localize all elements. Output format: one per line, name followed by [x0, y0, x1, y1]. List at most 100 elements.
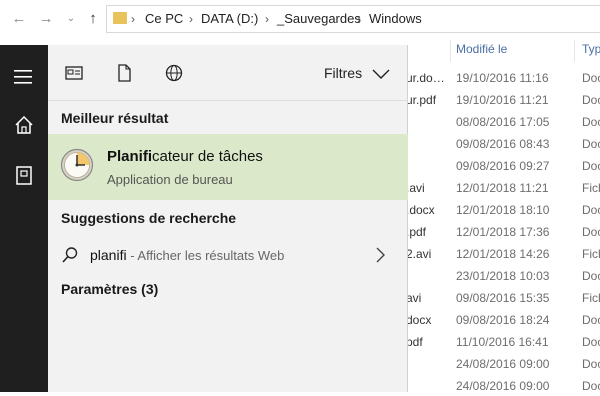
best-match-subtitle: Application de bureau	[107, 172, 233, 187]
file-type: Doc	[582, 269, 600, 283]
breadcrumb-sauvegardes[interactable]: _Sauvegardes	[277, 6, 361, 32]
breadcrumb-separator: ›	[189, 12, 193, 26]
filters-label: Filtres	[323, 65, 363, 81]
file-name: docx	[406, 313, 432, 327]
table-row[interactable]: 08/08/2016 17:05 Doc	[406, 112, 600, 132]
file-type: Doc	[582, 115, 600, 129]
back-button[interactable]: ←	[10, 9, 28, 29]
file-modified-date: 12/01/2018 18:10	[456, 203, 550, 217]
file-type: Doc	[582, 203, 600, 217]
up-button[interactable]: ↑	[84, 9, 102, 29]
file-name	[406, 266, 452, 286]
table-row[interactable]: 09/08/2016 08:43 Doc	[406, 134, 600, 154]
file-modified-date: 11/10/2016 16:41	[456, 335, 549, 349]
file-type: Fich	[582, 247, 600, 261]
search-icon	[62, 247, 78, 263]
file-list: Modifié le Typ ur.do… 19/10/2016 11:16 Doc…	[406, 38, 600, 393]
file-type: Doc	[582, 71, 600, 85]
table-row[interactable]: .docx 12/01/2018 18:10 Doc	[406, 200, 600, 220]
table-row[interactable]: .avi 12/01/2018 11:21 Fich	[406, 178, 600, 198]
chevron-down-icon: ⌄	[66, 13, 76, 24]
file-type: Doc	[582, 313, 600, 327]
file-type: Doc	[582, 159, 600, 173]
chevron-right-icon	[376, 247, 385, 263]
table-row[interactable]: .pdf 12/01/2018 17:36 Doc	[406, 222, 600, 242]
file-modified-date: 08/08/2016 17:05	[456, 115, 550, 129]
file-modified-date: 09/08/2016 15:35	[456, 291, 550, 305]
breadcrumb-separator: ›	[131, 12, 135, 26]
clock-icon	[60, 148, 94, 182]
table-row[interactable]: ur.do… 19/10/2016 11:16 Doc	[406, 68, 600, 88]
file-name	[406, 156, 452, 176]
breadcrumb-separator: ›	[357, 12, 361, 26]
column-header-type[interactable]: Typ	[582, 42, 600, 60]
file-modified-date: 19/10/2016 11:21	[456, 93, 549, 107]
filters-dropdown[interactable]: Filtres	[324, 65, 390, 81]
file-type: Fich	[582, 181, 600, 195]
best-match-title-rest: cateur de tâches	[152, 148, 263, 165]
chevron-down-icon	[372, 69, 390, 80]
table-row[interactable]: 09/08/2016 09:27 Doc	[406, 156, 600, 176]
suggestions-header: Suggestions de recherche	[61, 210, 237, 226]
task-icon	[65, 66, 83, 80]
recent-locations-button[interactable]: ⌄	[62, 9, 80, 29]
file-type: Doc	[582, 335, 600, 349]
expand-menu-button[interactable]	[0, 57, 48, 97]
file-name	[406, 354, 452, 374]
column-divider	[450, 40, 451, 62]
column-header-modified[interactable]: Modifié le	[456, 42, 507, 60]
web-filter-button[interactable]	[164, 63, 184, 83]
table-row[interactable]: docx 09/08/2016 18:24 Doc	[406, 310, 600, 330]
file-type: Doc	[582, 93, 600, 107]
search-suggestion-row[interactable]: planifi - Afficher les résultats Web	[48, 238, 408, 272]
file-modified-date: 09/08/2016 09:27	[456, 159, 550, 173]
file-type: Doc	[582, 225, 600, 239]
file-name: avi	[406, 291, 422, 305]
best-match-title: Planificateur de tâches	[107, 148, 263, 165]
file-name	[406, 112, 452, 132]
table-row[interactable]: ur.pdf 19/10/2016 11:21 Doc	[406, 90, 600, 110]
file-modified-date: 09/08/2016 08:43	[456, 137, 550, 151]
file-type: Doc	[582, 357, 600, 371]
address-bar-region: ← → ⌄ ↑ › Ce PC › DATA (D:) › _Sauvegard…	[0, 0, 600, 38]
file-name: .docx	[406, 203, 435, 217]
table-row[interactable]: 24/08/2016 09:00 Doc	[406, 376, 600, 396]
file-modified-date: 12/01/2018 17:36	[456, 225, 550, 239]
documents-button[interactable]	[0, 155, 48, 195]
breadcrumb-windows[interactable]: Windows	[369, 6, 422, 32]
file-modified-date: 23/01/2018 10:03	[456, 269, 550, 283]
documents-filter-button[interactable]	[114, 63, 134, 83]
address-box[interactable]: › Ce PC › DATA (D:) › _Sauvegardes › Win…	[106, 5, 600, 33]
apps-filter-button[interactable]	[64, 63, 84, 83]
breadcrumb-data-drive[interactable]: DATA (D:)	[201, 6, 258, 32]
file-name: ur.do…	[406, 71, 445, 85]
hamburger-icon	[14, 70, 32, 84]
home-button[interactable]	[0, 105, 48, 145]
table-row[interactable]: 24/08/2016 09:00 Doc	[406, 354, 600, 374]
table-row[interactable]: 2.avi 12/01/2018 14:26 Fich	[406, 244, 600, 264]
file-type: Fich	[582, 291, 600, 305]
file-name: .avi	[406, 181, 425, 195]
best-match-result[interactable]: Planificateur de tâches Application de b…	[48, 134, 408, 200]
documents-icon	[16, 166, 32, 185]
table-row[interactable]: avi 09/08/2016 15:35 Fich	[406, 288, 600, 308]
filter-bar: Filtres	[48, 45, 408, 101]
table-row[interactable]: 23/01/2018 10:03 Doc	[406, 266, 600, 286]
file-modified-date: 12/01/2018 11:21	[456, 181, 549, 195]
home-icon	[15, 115, 33, 134]
suggestion-text: planifi - Afficher les résultats Web	[90, 247, 284, 263]
column-divider	[574, 40, 575, 62]
file-type: Doc	[582, 379, 600, 393]
file-name: pdf	[406, 335, 423, 349]
forward-button[interactable]: →	[37, 9, 55, 29]
suggestion-query: planifi	[90, 247, 127, 263]
settings-header[interactable]: Paramètres (3)	[61, 281, 158, 297]
table-row[interactable]: pdf 11/10/2016 16:41 Doc	[406, 332, 600, 352]
file-modified-date: 24/08/2016 09:00	[456, 379, 550, 393]
best-match-title-bold: Planifi	[107, 148, 153, 165]
best-match-header: Meilleur résultat	[61, 110, 169, 126]
file-name	[406, 134, 452, 154]
file-name: ur.pdf	[406, 93, 437, 107]
breadcrumb-ce-pc[interactable]: Ce PC	[145, 6, 183, 32]
file-modified-date: 24/08/2016 09:00	[456, 357, 550, 371]
